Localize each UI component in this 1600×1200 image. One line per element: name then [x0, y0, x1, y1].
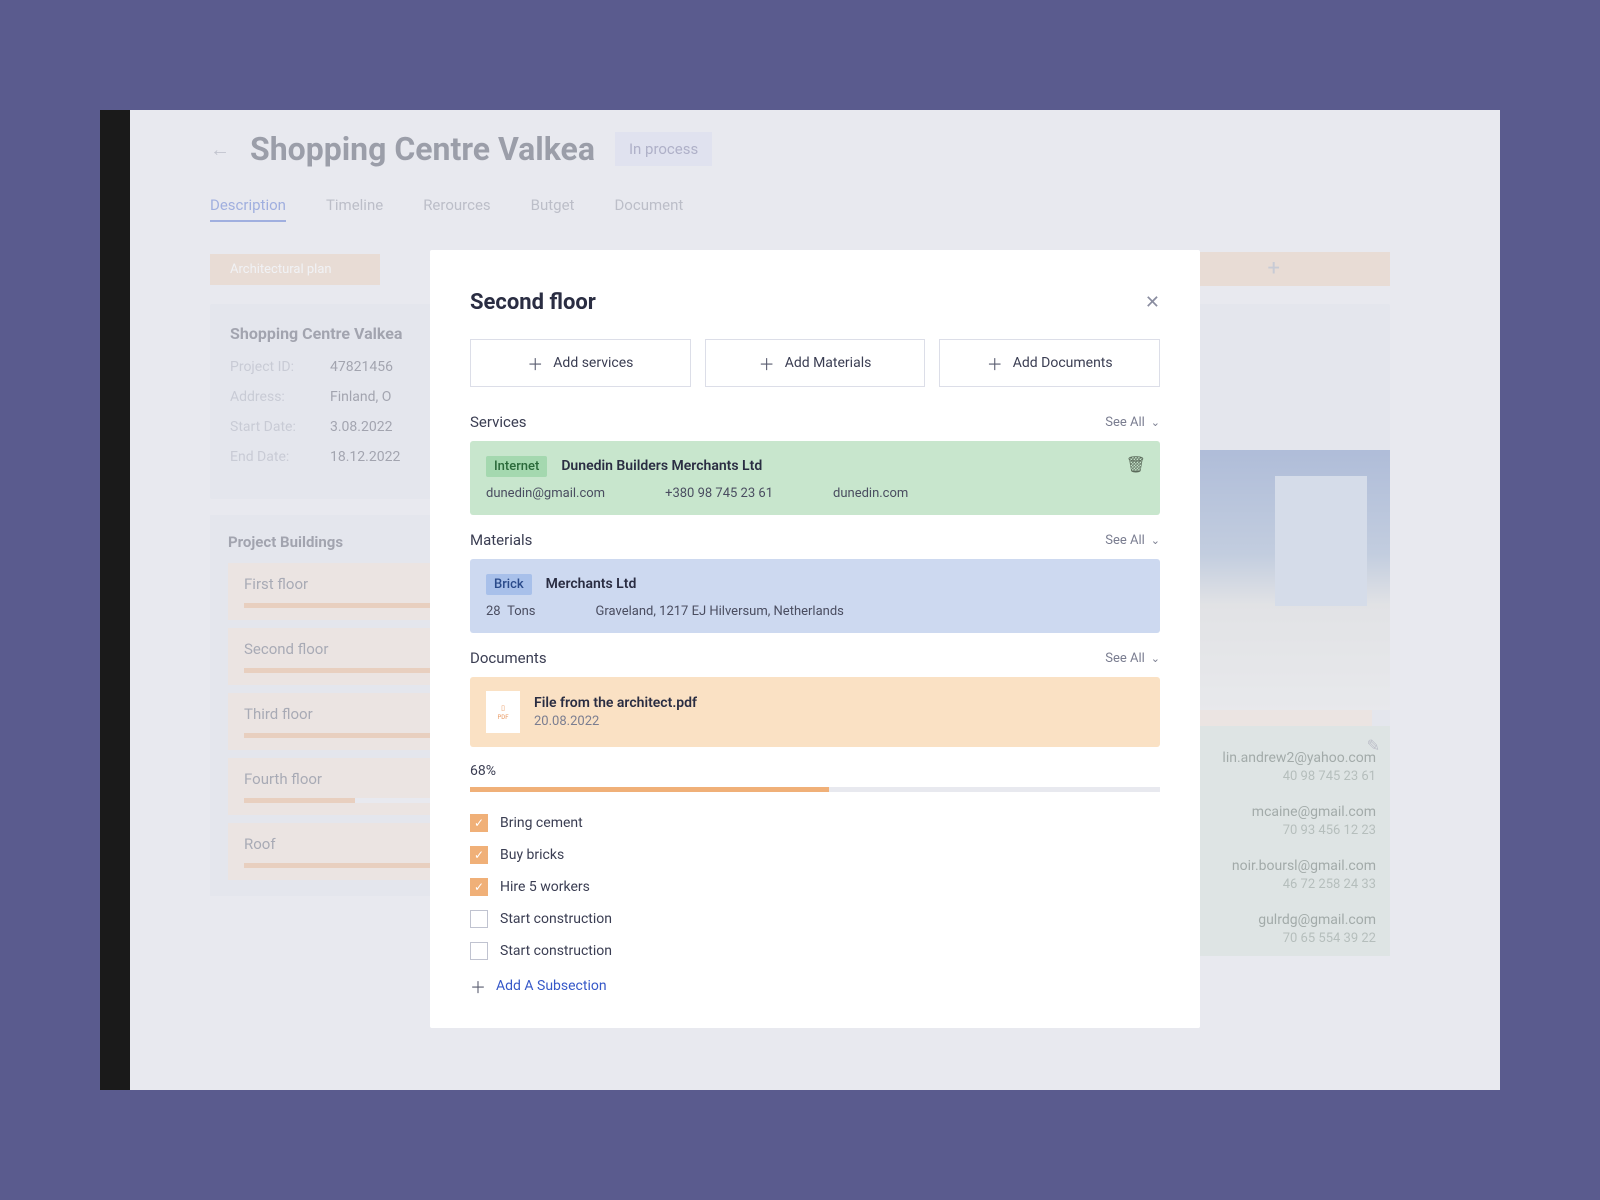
- checkbox[interactable]: [470, 910, 488, 928]
- chevron-down-icon: ⌄: [1151, 652, 1160, 665]
- task-label: Start construction: [500, 911, 612, 927]
- chevron-down-icon: ⌄: [1151, 534, 1160, 547]
- task-item: ✓ Hire 5 workers: [470, 878, 1160, 896]
- material-address: Graveland, 1217 EJ Hilversum, Netherland…: [596, 604, 844, 619]
- add-documents-button[interactable]: ＋Add Documents: [939, 339, 1160, 387]
- service-phone: +380 98 745 23 61: [665, 486, 773, 501]
- service-card[interactable]: 🗑 Internet Dunedin Builders Merchants Lt…: [470, 441, 1160, 515]
- task-item: ✓ Bring cement: [470, 814, 1160, 832]
- pdf-icon: ▯PDF: [486, 691, 520, 733]
- modal-title: Second floor: [470, 290, 596, 315]
- document-name: File from the architect.pdf: [534, 695, 697, 711]
- checkbox[interactable]: ✓: [470, 878, 488, 896]
- left-rail: [100, 110, 130, 1090]
- floor-modal: Second floor ✕ ＋Add services ＋Add Materi…: [430, 250, 1200, 1028]
- checkbox[interactable]: ✓: [470, 846, 488, 864]
- checkbox[interactable]: ✓: [470, 814, 488, 832]
- task-label: Start construction: [500, 943, 612, 959]
- materials-label: Materials: [470, 531, 532, 549]
- plus-icon: ＋: [527, 351, 543, 375]
- chevron-down-icon: ⌄: [1151, 416, 1160, 429]
- task-item: Start construction: [470, 910, 1160, 928]
- task-label: Buy bricks: [500, 847, 564, 863]
- trash-icon[interactable]: 🗑: [1126, 455, 1146, 474]
- document-card[interactable]: ▯PDF File from the architect.pdf 20.08.2…: [470, 677, 1160, 747]
- add-materials-button[interactable]: ＋Add Materials: [705, 339, 926, 387]
- service-tag: Internet: [486, 456, 547, 477]
- material-qty: 28: [486, 604, 501, 619]
- documents-label: Documents: [470, 649, 547, 667]
- material-tag: Brick: [486, 574, 532, 595]
- plus-icon: ＋: [987, 351, 1003, 375]
- progress-bar: [470, 787, 1160, 792]
- progress-label: 68%: [470, 763, 1160, 779]
- task-item: Start construction: [470, 942, 1160, 960]
- add-subsection-button[interactable]: ＋Add A Subsection: [470, 974, 1160, 998]
- checkbox[interactable]: [470, 942, 488, 960]
- task-label: Bring cement: [500, 815, 583, 831]
- document-date: 20.08.2022: [534, 714, 697, 729]
- material-unit: Tons: [507, 604, 535, 619]
- service-company: Dunedin Builders Merchants Ltd: [561, 458, 762, 474]
- service-email: dunedin@gmail.com: [486, 486, 605, 501]
- add-services-button[interactable]: ＋Add services: [470, 339, 691, 387]
- plus-icon: ＋: [759, 351, 775, 375]
- see-all-materials[interactable]: See All⌄: [1105, 533, 1160, 548]
- material-card[interactable]: Brick Merchants Ltd 28 Tons Graveland, 1…: [470, 559, 1160, 633]
- service-site: dunedin.com: [833, 486, 908, 501]
- services-label: Services: [470, 413, 527, 431]
- material-company: Merchants Ltd: [546, 576, 637, 592]
- plus-icon: ＋: [470, 974, 486, 998]
- see-all-services[interactable]: See All⌄: [1105, 415, 1160, 430]
- close-icon[interactable]: ✕: [1145, 292, 1160, 313]
- task-item: ✓ Buy bricks: [470, 846, 1160, 864]
- see-all-documents[interactable]: See All⌄: [1105, 651, 1160, 666]
- task-label: Hire 5 workers: [500, 879, 590, 895]
